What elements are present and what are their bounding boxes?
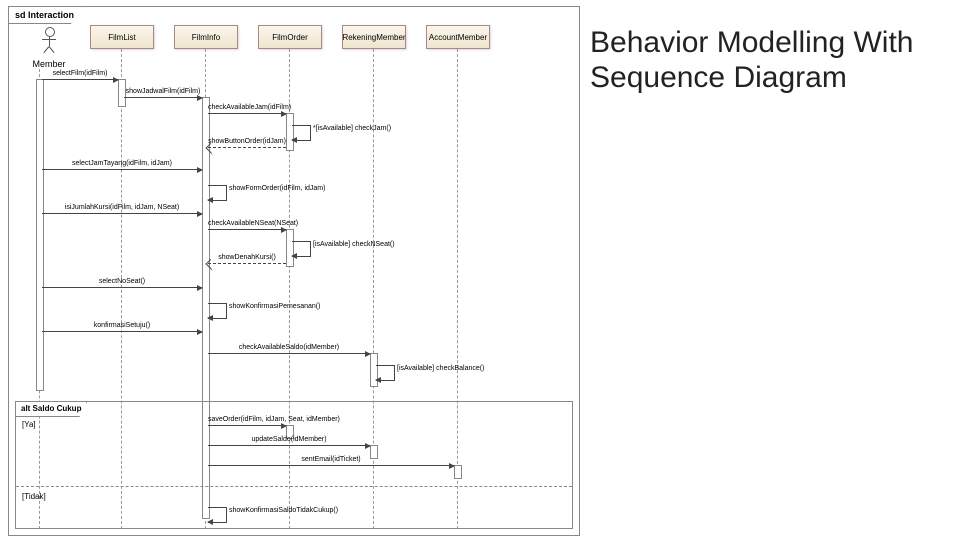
alt-fragment-label: alt Saldo Cukup — [15, 401, 87, 417]
lifeline-filmorder-head: FilmOrder — [258, 25, 322, 49]
message-label-17: updateSaldo(idMember) — [208, 436, 370, 443]
alt-guard-false: [Tidak] — [22, 492, 46, 501]
slide-title: Behavior Modelling With Sequence Diagram — [590, 26, 960, 95]
alt-divider — [16, 486, 572, 487]
message-label-3: *[isAvailable] checkJam() — [313, 125, 391, 132]
message-16: saveOrder(idFilm, idJam, Seat, idMember) — [208, 425, 286, 426]
lifeline-member-head: Member — [29, 27, 69, 69]
message-8: checkAvailableNSeat(NSeat) — [208, 229, 286, 230]
message-label-16: saveOrder(idFilm, idJam, Seat, idMember) — [208, 416, 286, 423]
message-label-7: isiJumlahKursi(idFilm, idJam, NSeat) — [42, 204, 202, 211]
message-1: showJadwalFilm(idFilm) — [124, 97, 202, 98]
message-2: checkAvailableJam(idFilm) — [208, 113, 286, 114]
message-9 — [292, 241, 311, 257]
message-label-19: showKonfirmasiSaldoTidakCukup() — [229, 507, 338, 514]
message-label-2: checkAvailableJam(idFilm) — [208, 104, 286, 111]
message-label-11: selectNoSeat() — [42, 278, 202, 285]
lifeline-filmlist-head: FilmList — [90, 25, 154, 49]
message-14: checkAvailableSaldo(idMember) — [208, 353, 370, 354]
message-label-0: selectFilm(idFilm) — [42, 70, 118, 77]
message-15 — [376, 365, 395, 381]
message-label-5: selectJamTayang(idFilm, idJam) — [42, 160, 202, 167]
message-17: updateSaldo(idMember) — [208, 445, 370, 446]
activation-member — [36, 79, 44, 391]
message-4: showButtonOrder(idJam) — [208, 147, 286, 148]
message-6 — [208, 185, 227, 201]
lifeline-account-head: AccountMember — [426, 25, 490, 49]
message-0: selectFilm(idFilm) — [42, 79, 118, 80]
message-label-6: showFormOrder(idFilm, idJam) — [229, 185, 325, 192]
alt-guard-true: [Ya] — [22, 420, 36, 429]
message-label-4: showButtonOrder(idJam) — [208, 138, 286, 145]
lifeline-filminfo-head: FilmInfo — [174, 25, 238, 49]
message-label-12: showKonfirmasiPemesanan() — [229, 303, 320, 310]
message-7: isiJumlahKursi(idFilm, idJam, NSeat) — [42, 213, 202, 214]
message-label-18: sentEmail(idTicket) — [208, 456, 454, 463]
message-label-15: [isAvailable] checkBalance() — [397, 365, 484, 372]
message-label-9: [isAvailable] checkNSeat() — [313, 241, 395, 248]
lifeline-member-label: Member — [29, 59, 69, 69]
message-label-10: showDenahKursi() — [208, 254, 286, 261]
message-label-14: checkAvailableSaldo(idMember) — [208, 344, 370, 351]
message-10: showDenahKursi() — [208, 263, 286, 264]
message-19 — [208, 507, 227, 523]
message-label-1: showJadwalFilm(idFilm) — [124, 88, 202, 95]
message-13: konfirmasiSetuju() — [42, 331, 202, 332]
actor-stick-icon — [40, 27, 58, 57]
message-label-8: checkAvailableNSeat(NSeat) — [208, 220, 286, 227]
message-11: selectNoSeat() — [42, 287, 202, 288]
message-12 — [208, 303, 227, 319]
sequence-diagram-frame: sd Interaction Member FilmList FilmInfo … — [8, 6, 580, 536]
message-3 — [292, 125, 311, 141]
lifeline-rekening-head: RekeningMember — [342, 25, 406, 49]
message-18: sentEmail(idTicket) — [208, 465, 454, 466]
message-label-13: konfirmasiSetuju() — [42, 322, 202, 329]
message-5: selectJamTayang(idFilm, idJam) — [42, 169, 202, 170]
diagram-label: sd Interaction — [8, 6, 81, 24]
